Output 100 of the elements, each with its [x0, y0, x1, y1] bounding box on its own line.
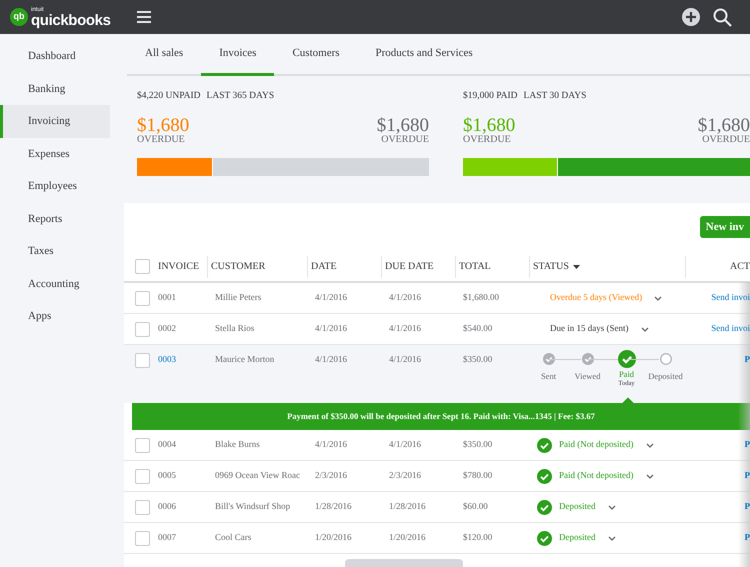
chevron-down-icon[interactable] [640, 326, 648, 332]
table-cell-text: 0001 [157, 291, 177, 304]
check-circle-icon [537, 468, 552, 484]
column-header[interactable]: STATUS [533, 259, 569, 274]
table-cell-text: 1/20/2016 [388, 531, 427, 544]
action-link[interactable]: Send invoi [711, 291, 750, 305]
tab[interactable]: Invoices [201, 34, 274, 76]
summary-label: OVERDUE [463, 135, 511, 145]
table-cell-text: $540.00 [462, 322, 494, 336]
sidebar-item[interactable]: Apps [0, 300, 110, 332]
action-link[interactable]: P [744, 438, 750, 452]
tab[interactable]: Products and Services [358, 32, 491, 74]
table-cell-text: $350.00 [462, 438, 494, 452]
menu-icon[interactable] [136, 11, 151, 23]
checkbox[interactable] [135, 468, 150, 484]
table-cell-text: 4/1/2016 [388, 438, 422, 452]
checkbox[interactable] [135, 322, 150, 336]
table-cell-text: Stella Rios [214, 322, 256, 336]
table-cell-text: 1/28/2016 [388, 500, 427, 514]
summary-label: OVERDUE [381, 135, 429, 145]
table-cell-text: 0006 [157, 500, 177, 514]
summary-value: $1,680 [376, 116, 429, 135]
table-cell-text: 2/3/2016 [388, 469, 422, 482]
status-text: Paid (Not deposited) [559, 469, 634, 482]
column-header[interactable]: INVOICE [158, 259, 200, 274]
table-cell-text: 4/1/2016 [388, 322, 422, 336]
summary-label: OVERDUE [702, 135, 750, 145]
table-cell-text: 1/28/2016 [314, 500, 353, 514]
chevron-down-icon[interactable] [608, 536, 616, 540]
summary-label: OVERDUE [137, 135, 185, 145]
chevron-down-icon[interactable] [608, 504, 616, 510]
tab[interactable]: Customers [274, 32, 358, 74]
table-cell-text: 4/1/2016 [314, 438, 348, 452]
column-header[interactable]: ACT [730, 259, 750, 274]
payment-banner: Payment of $350.00 will be deposited after Sept 16. Paid with: Visa...1345 | Fee: $3.67 [132, 403, 750, 430]
sidebar-item[interactable]: Employees [0, 170, 110, 202]
table-cell-text: 0969 Ocean View Roac [214, 469, 302, 482]
scrollbar-thumb[interactable] [345, 559, 463, 567]
step-label: Viewed [574, 372, 600, 380]
summary-amount: $4,220 UNPAID [137, 90, 201, 103]
tab[interactable]: All sales [127, 32, 202, 74]
table-cell-text: Millie Peters [214, 291, 262, 304]
select-all-checkbox[interactable] [135, 259, 150, 274]
chevron-down-icon[interactable] [646, 474, 654, 478]
table-cell-text: 4/1/2016 [388, 291, 422, 304]
checkbox[interactable] [135, 500, 150, 514]
action-link[interactable]: Send invoi [711, 322, 750, 336]
table-cell-text: Blake Burns [214, 438, 261, 452]
summary-period: LAST 30 DAYS [524, 90, 586, 103]
action-link[interactable]: P [744, 469, 750, 483]
table-cell-text: 0002 [157, 322, 177, 336]
table-cell-text: Maurice Morton [214, 353, 276, 366]
table-cell-text: $60.00 [462, 500, 489, 514]
table-cell-text: 2/3/2016 [314, 469, 348, 482]
column-header[interactable]: DUE DATE [385, 259, 434, 274]
sidebar-item[interactable]: Banking [0, 72, 110, 105]
step-label: Deposited [648, 372, 683, 380]
sidebar-item[interactable]: Accounting [0, 268, 110, 300]
status-text: Overdue 5 days (Viewed) [550, 291, 642, 304]
sidebar-item[interactable]: Reports [0, 202, 110, 235]
invoice-link[interactable]: 0003 [155, 353, 207, 366]
logo-badge: qb [10, 8, 28, 26]
status-text: Due in 15 days (Sent) [550, 322, 628, 336]
summary-value: $1,680 [137, 116, 190, 135]
search-icon[interactable] [713, 8, 732, 26]
action-link[interactable]: P [744, 500, 750, 514]
step-label: Sent [540, 372, 556, 380]
status-text: Paid (Not deposited) [559, 438, 634, 452]
sidebar-item[interactable]: Invoicing [0, 105, 110, 138]
chevron-down-icon[interactable] [654, 296, 662, 300]
table-cell-text: 1/20/2016 [314, 531, 353, 544]
table-cell-text: 4/1/2016 [314, 291, 348, 304]
checkbox[interactable] [135, 438, 150, 452]
table-cell-text: 4/1/2016 [314, 322, 348, 336]
sort-caret-icon[interactable] [572, 264, 580, 268]
checkbox[interactable] [135, 290, 150, 306]
sidebar-item[interactable]: Taxes [0, 235, 110, 268]
table-cell-text: 0005 [157, 469, 177, 482]
summary-value: $1,680 [463, 116, 516, 135]
checkbox[interactable] [135, 353, 150, 368]
add-icon[interactable] [682, 8, 700, 26]
table-cell-text: Bill's Windsurf Shop [214, 500, 292, 514]
table-cell-text: $1,680.00 [462, 291, 500, 304]
column-header[interactable]: CUSTOMER [211, 259, 266, 274]
table-cell-text: 4/1/2016 [314, 353, 348, 366]
column-header[interactable]: DATE [311, 259, 337, 274]
summary-value: $1,680 [698, 116, 750, 135]
action-link[interactable]: P [744, 531, 750, 545]
chevron-down-icon[interactable] [646, 442, 654, 448]
sidebar-item[interactable]: Dashboard [0, 40, 110, 72]
checkbox[interactable] [135, 530, 150, 546]
status-text: Deposited [559, 531, 596, 544]
table-cell-text: 4/1/2016 [388, 353, 422, 366]
logo-text: quickbooks [31, 12, 111, 28]
table-cell-text: $120.00 [462, 531, 494, 544]
check-circle-icon [537, 530, 552, 546]
column-header[interactable]: TOTAL [459, 259, 491, 274]
table-cell-text: $780.00 [462, 469, 494, 482]
sidebar-item[interactable]: Expenses [0, 138, 110, 170]
status-text: Deposited [559, 500, 596, 514]
